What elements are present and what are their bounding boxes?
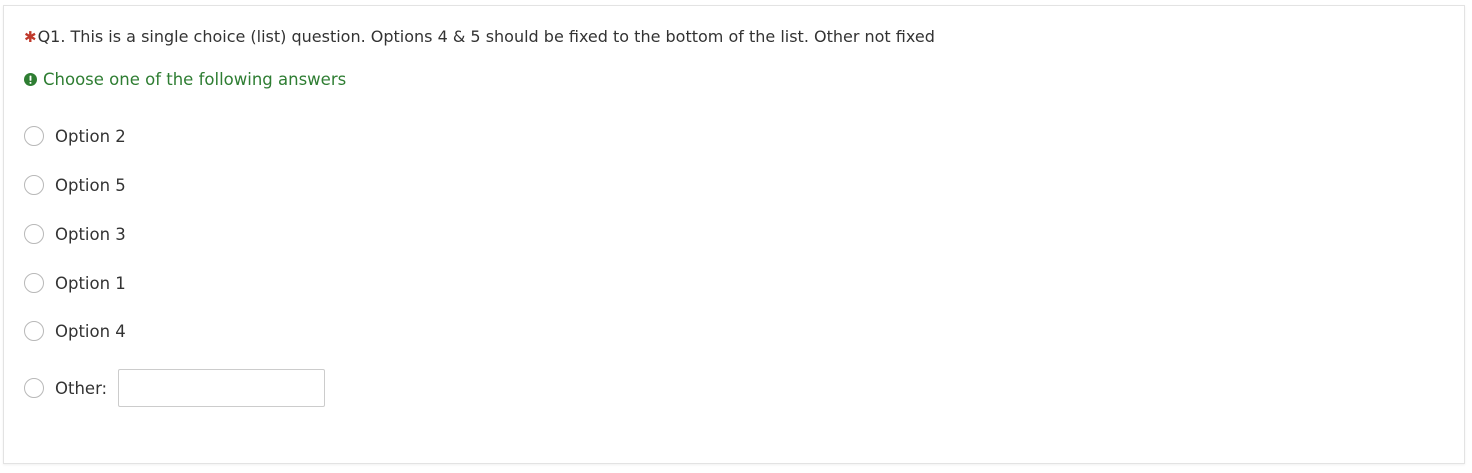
answer-label[interactable]: Option 4 [55, 322, 126, 341]
radio-button[interactable] [24, 378, 44, 398]
other-text-input[interactable] [118, 369, 326, 407]
answer-option-2[interactable]: Option 2 [24, 126, 126, 146]
answer-option-other[interactable]: Other: [24, 369, 326, 407]
radio-button[interactable] [24, 175, 44, 195]
answer-option-5[interactable]: Option 5 [24, 175, 126, 195]
answer-label[interactable]: Option 5 [55, 176, 126, 195]
radio-button[interactable] [24, 224, 44, 244]
required-asterisk-icon: ✱ [24, 27, 37, 46]
answer-label[interactable]: Option 2 [55, 127, 126, 146]
answer-option-1[interactable]: Option 1 [24, 273, 126, 293]
question-title: ✱ Q1. This is a single choice (list) que… [24, 27, 935, 46]
answer-option-4[interactable]: Option 4 [24, 321, 126, 341]
radio-button[interactable] [24, 126, 44, 146]
exclamation-circle-icon [24, 73, 37, 86]
answer-option-3[interactable]: Option 3 [24, 224, 126, 244]
radio-button[interactable] [24, 273, 44, 293]
answer-label[interactable]: Option 3 [55, 225, 126, 244]
question-card: ✱ Q1. This is a single choice (list) que… [3, 5, 1465, 464]
answer-label[interactable]: Option 1 [55, 274, 126, 293]
question-help: Choose one of the following answers [24, 70, 346, 89]
question-text: Q1. This is a single choice (list) quest… [37, 27, 935, 46]
help-text: Choose one of the following answers [43, 70, 347, 89]
other-label[interactable]: Other: [55, 379, 107, 398]
radio-button[interactable] [24, 321, 44, 341]
